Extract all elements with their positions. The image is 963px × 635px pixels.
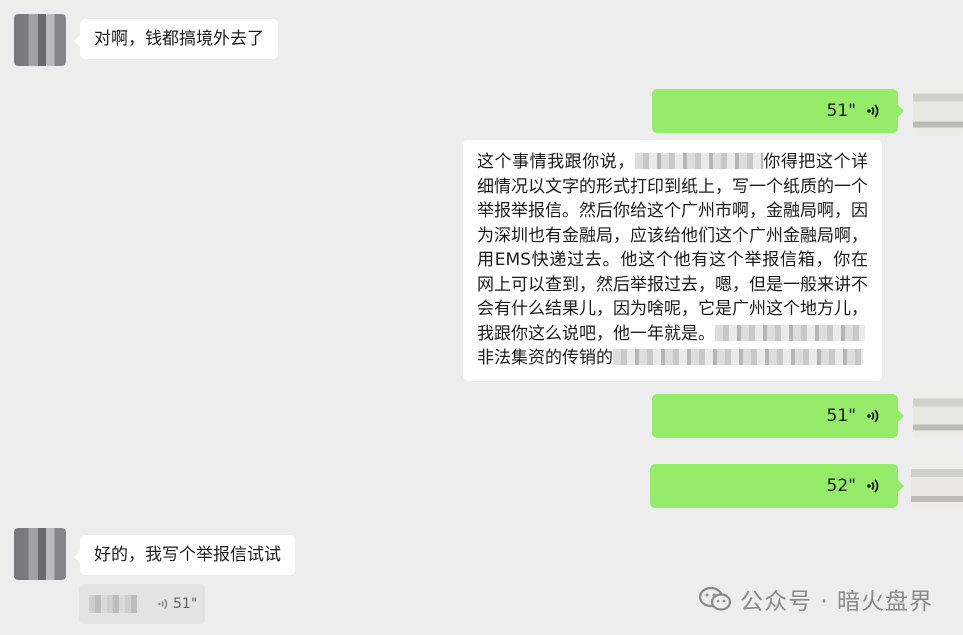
voice-wave-icon xyxy=(158,599,168,609)
contact-avatar[interactable] xyxy=(14,528,66,580)
message-text: 对啊，钱都搞境外去了 xyxy=(94,29,264,49)
user-avatar[interactable] xyxy=(913,84,963,136)
wechat-logo-icon xyxy=(698,586,732,611)
user-avatar[interactable] xyxy=(911,460,963,510)
voice-wave-icon xyxy=(867,409,879,423)
voice-message-bubble[interactable]: 52" xyxy=(650,464,904,508)
transcript-part-2: 你得把这个详细情况以文字的形式打印到纸上，写一个纸质的一个举报举报信。然后你给这… xyxy=(477,152,869,344)
voice-message-bubble[interactable]: 51" xyxy=(652,394,904,438)
voice-message-bubble[interactable]: 51" xyxy=(652,89,904,133)
transcript-text: 这个事情我跟你说， 你得把这个详细情况以文字的形式打印到纸上，写一个纸质的一个举报… xyxy=(477,150,868,371)
pixelated-redaction xyxy=(613,349,863,365)
quoted-voice-message[interactable]: 51" xyxy=(79,584,205,624)
watermark: 公众号 · 暗火盘界 xyxy=(698,582,933,616)
user-avatar[interactable] xyxy=(913,390,963,438)
voice-duration: 52" xyxy=(826,476,856,496)
voice-duration: 51" xyxy=(826,406,856,426)
message-bubble-received[interactable]: 好的，我写个举报信试试 xyxy=(74,535,295,575)
pixelated-redaction xyxy=(715,324,865,341)
voice-wave-icon xyxy=(867,104,879,118)
contact-avatar[interactable] xyxy=(14,14,66,66)
message-text: 好的，我写个举报信试试 xyxy=(94,545,281,565)
watermark-text: 公众号 · 暗火盘界 xyxy=(740,589,933,615)
pixelated-redaction xyxy=(89,595,137,613)
transcript-part-1: 这个事情我跟你说， xyxy=(477,152,635,172)
voice-wave-icon xyxy=(867,479,879,493)
voice-duration: 51" xyxy=(826,101,856,121)
quoted-duration: 51" xyxy=(173,596,198,612)
message-bubble-received[interactable]: 对啊，钱都搞境外去了 xyxy=(74,19,278,59)
voice-transcript-bubble[interactable]: 这个事情我跟你说， 你得把这个详细情况以文字的形式打印到纸上，写一个纸质的一个举报… xyxy=(463,140,882,381)
transcript-part-3: 非法集资的传销的 xyxy=(477,348,613,368)
pixelated-redaction xyxy=(634,153,763,169)
